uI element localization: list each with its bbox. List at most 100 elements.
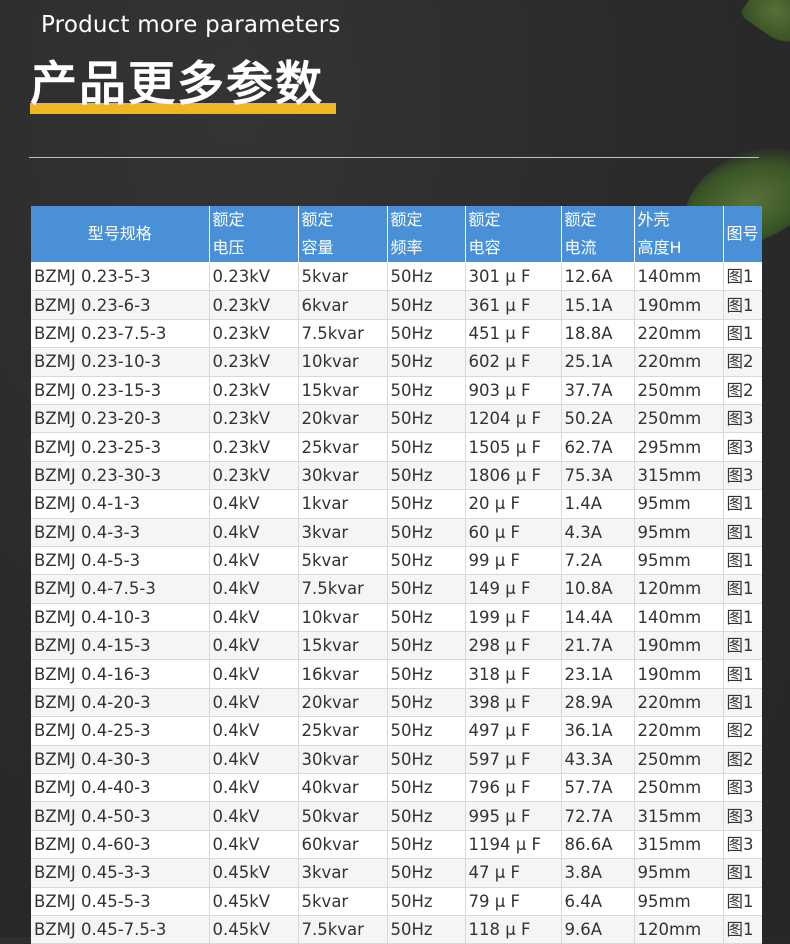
table-cell: 0.23kV	[208, 376, 298, 405]
table-cell: 50Hz	[386, 830, 465, 860]
table-cell: 14.4A	[560, 603, 634, 633]
table-cell: 10.8A	[560, 574, 634, 604]
table-cell: BZMJ 0.4-3-3	[31, 518, 209, 547]
table-cell: 0.23kV	[208, 290, 298, 320]
table-cell: 995 μ F	[464, 801, 561, 831]
table-cell: 0.45kV	[208, 887, 298, 916]
table-cell: 250mm	[633, 376, 723, 405]
table-cell: 0.23kV	[208, 432, 298, 462]
table-cell: 0.4kV	[208, 574, 298, 604]
table-cell: BZMJ 0.23-20-3	[31, 404, 209, 434]
table-row: BZMJ 0.23-6-3 0.23kV 6kvar 50Hz 361 μ F 15.1A…	[31, 290, 762, 320]
table-row: BZMJ 0.4-7.5-3 0.4kV 7.5kvar 50Hz 149 μ F 10.…	[31, 574, 762, 604]
table-row: BZMJ 0.4-25-3 0.4kV 25kvar 50Hz 497 μ F 36.1A…	[31, 716, 762, 746]
table-cell: 298 μ F	[464, 631, 561, 661]
table-row: BZMJ 0.4-20-3 0.4kV 20kvar 50Hz 398 μ F 28.9A…	[31, 688, 762, 718]
parameters-table-container: 型号规格 额定 电压 额定 容量 额定 频率 额定 电容 额定 电流 外壳 高度H 图号 BZMJ 0.2…	[31, 206, 762, 944]
table-cell: 398 μ F	[464, 688, 561, 718]
column-header: 额定 频率	[386, 206, 465, 263]
table-cell: 0.4kV	[208, 518, 298, 547]
table-cell: 190mm	[633, 290, 723, 320]
table-row: BZMJ 0.4-5-3 0.4kV 5kvar 50Hz 99 μ F 7.2A 95mm…	[31, 546, 762, 576]
table-cell: 图2	[722, 376, 762, 405]
table-cell: 0.4kV	[208, 546, 298, 576]
column-header: 外壳 高度H	[633, 206, 723, 263]
table-cell: 0.23kV	[208, 262, 298, 292]
table-cell: BZMJ 0.4-20-3	[31, 688, 209, 718]
table-cell: 图1	[722, 887, 762, 916]
table-cell: 295mm	[633, 432, 723, 462]
table-cell: 5kvar	[297, 262, 387, 292]
table-cell: 50Hz	[386, 461, 465, 491]
table-cell: 30kvar	[297, 461, 387, 491]
table-cell: 20 μ F	[464, 489, 561, 519]
table-cell: 361 μ F	[464, 290, 561, 320]
table-cell: BZMJ 0.45-5-3	[31, 887, 209, 916]
column-header: 图号	[722, 206, 762, 263]
table-cell: 0.23kV	[208, 404, 298, 434]
table-cell: 37.7A	[560, 376, 634, 405]
table-cell: BZMJ 0.4-40-3	[31, 773, 209, 803]
table-cell: 79 μ F	[464, 887, 561, 916]
table-cell: 9.6A	[560, 915, 634, 944]
table-cell: 250mm	[633, 404, 723, 434]
table-row: BZMJ 0.23-10-3 0.23kV 10kvar 50Hz 602 μ F 25.…	[31, 347, 762, 377]
table-cell: 1505 μ F	[464, 432, 561, 462]
table-cell: 190mm	[633, 631, 723, 661]
table-row: BZMJ 0.23-20-3 0.23kV 20kvar 50Hz 1204 μ F 50…	[31, 404, 762, 434]
table-cell: 5kvar	[297, 887, 387, 916]
table-cell: 图1	[722, 518, 762, 547]
table-cell: 50Hz	[386, 376, 465, 405]
table-cell: 7.5kvar	[297, 319, 387, 349]
table-cell: 图1	[722, 574, 762, 604]
table-cell: 903 μ F	[464, 376, 561, 405]
header-divider	[29, 157, 759, 158]
table-row: BZMJ 0.45-3-3 0.45kV 3kvar 50Hz 47 μ F 3.8A 95…	[31, 858, 762, 888]
table-cell: 15kvar	[297, 631, 387, 661]
table-cell: 25kvar	[297, 432, 387, 462]
table-cell: 50Hz	[386, 546, 465, 576]
table-cell: 315mm	[633, 830, 723, 860]
table-cell: 图1	[722, 546, 762, 576]
table-cell: 15kvar	[297, 376, 387, 405]
table-cell: 50Hz	[386, 887, 465, 916]
table-cell: 199 μ F	[464, 603, 561, 633]
table-cell: 40kvar	[297, 773, 387, 803]
table-cell: 图2	[722, 745, 762, 775]
table-cell: 图1	[722, 688, 762, 718]
table-cell: 50Hz	[386, 518, 465, 547]
table-cell: 50Hz	[386, 603, 465, 633]
table-cell: 315mm	[633, 801, 723, 831]
column-header-line1: 型号规格	[87, 224, 152, 243]
table-cell: 图3	[722, 773, 762, 803]
table-cell: 60 μ F	[464, 518, 561, 547]
table-row: BZMJ 0.45-5-3 0.45kV 5kvar 50Hz 79 μ F 6.4A 95…	[31, 887, 762, 916]
table-cell: 50Hz	[386, 745, 465, 775]
table-cell: 6.4A	[560, 887, 634, 916]
table-cell: 10kvar	[297, 347, 387, 377]
table-cell: BZMJ 0.4-60-3	[31, 830, 209, 860]
parameters-table: 型号规格 额定 电压 额定 容量 额定 频率 额定 电容 额定 电流 外壳 高度H 图号 BZMJ 0.2…	[31, 206, 762, 944]
table-cell: 95mm	[633, 518, 723, 547]
table-cell: 50Hz	[386, 290, 465, 320]
table-cell: 0.4kV	[208, 830, 298, 860]
table-cell: 50Hz	[386, 915, 465, 944]
table-cell: 图3	[722, 404, 762, 434]
table-cell: 0.45kV	[208, 858, 298, 888]
table-cell: BZMJ 0.23-5-3	[31, 262, 209, 292]
table-cell: 118 μ F	[464, 915, 561, 944]
table-cell: 3.8A	[560, 858, 634, 888]
table-cell: BZMJ 0.4-7.5-3	[31, 574, 209, 604]
table-row: BZMJ 0.45-7.5-3 0.45kV 7.5kvar 50Hz 118 μ F9…	[31, 915, 762, 944]
table-cell: 72.7A	[560, 801, 634, 831]
column-header-line1: 外壳	[637, 210, 670, 229]
table-cell: 0.4kV	[208, 659, 298, 689]
column-header: 额定 容量	[297, 206, 387, 263]
table-cell: 301 μ F	[464, 262, 561, 292]
table-cell: 10kvar	[297, 603, 387, 633]
table-cell: 图1	[722, 262, 762, 292]
table-cell: 95mm	[633, 546, 723, 576]
english-subtitle: Product more parameters	[41, 12, 341, 38]
table-cell: BZMJ 0.4-5-3	[31, 546, 209, 576]
table-row: BZMJ 0.4-40-3 0.4kV 40kvar 50Hz 796 μ F 57.7A…	[31, 773, 762, 803]
